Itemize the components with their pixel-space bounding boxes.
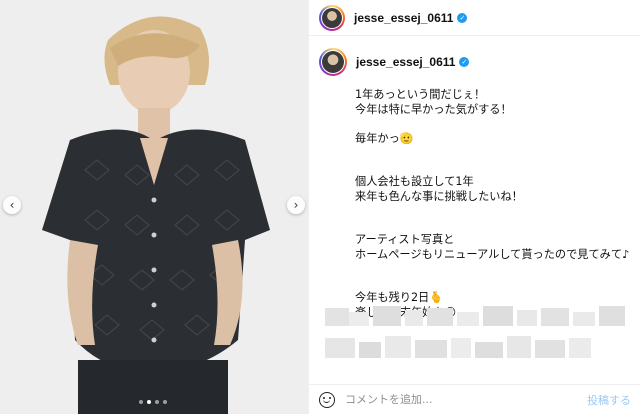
post-sidebar: jesse_essej_0611 ✓ jesse_essej_0611 ✓ 1年… bbox=[308, 0, 640, 414]
carousel-dot bbox=[147, 400, 151, 404]
emoji-icon[interactable] bbox=[319, 391, 335, 408]
comment-bar: 投稿する bbox=[309, 384, 640, 414]
carousel-next-button[interactable]: › bbox=[287, 196, 305, 214]
carousel-prev-button[interactable]: ‹ bbox=[3, 196, 21, 214]
post-photo[interactable]: ‹ › bbox=[0, 0, 308, 414]
caption-line: 1年あっという間だじぇ！ bbox=[355, 88, 486, 101]
caption-line: 個人会社も設立して1年 bbox=[355, 175, 474, 188]
photo-illustration bbox=[0, 0, 308, 414]
carousel-indicator bbox=[139, 400, 167, 404]
post-header: jesse_essej_0611 ✓ bbox=[309, 0, 640, 36]
caption-line: 毎年かっ🫡 bbox=[355, 131, 414, 145]
chevron-left-icon: ‹ bbox=[9, 198, 15, 212]
chevron-right-icon: › bbox=[293, 198, 299, 212]
comments-blurred-area bbox=[315, 300, 635, 370]
carousel-dot bbox=[155, 400, 159, 404]
caption-line: アーティスト写真と bbox=[355, 233, 455, 246]
post-comment-button[interactable]: 投稿する bbox=[587, 392, 631, 408]
verified-badge-icon: ✓ bbox=[459, 57, 470, 67]
comment-input[interactable] bbox=[345, 393, 587, 406]
carousel-dot bbox=[163, 400, 167, 404]
caption-text: 1年あっという間だじぇ！ 今年は特に早かった気がする！ 毎年かっ🫡 個人会社も設立して… bbox=[355, 88, 630, 320]
caption-line: 来年も色んな事に挑戦したいね！ bbox=[355, 189, 523, 203]
caption-line: ホームページもリニューアルして貰ったので見てみて♪ bbox=[355, 247, 630, 261]
avatar[interactable] bbox=[319, 4, 345, 31]
caption-header: jesse_essej_0611 ✓ bbox=[319, 48, 470, 76]
carousel-dot bbox=[139, 400, 143, 404]
caption-line: 今年は特に早かった気がする！ bbox=[355, 102, 512, 116]
username-link[interactable]: jesse_essej_0611 bbox=[354, 11, 453, 25]
verified-badge-icon: ✓ bbox=[457, 12, 468, 23]
caption-avatar[interactable] bbox=[319, 48, 347, 76]
caption-username-link[interactable]: jesse_essej_0611 bbox=[356, 55, 455, 69]
